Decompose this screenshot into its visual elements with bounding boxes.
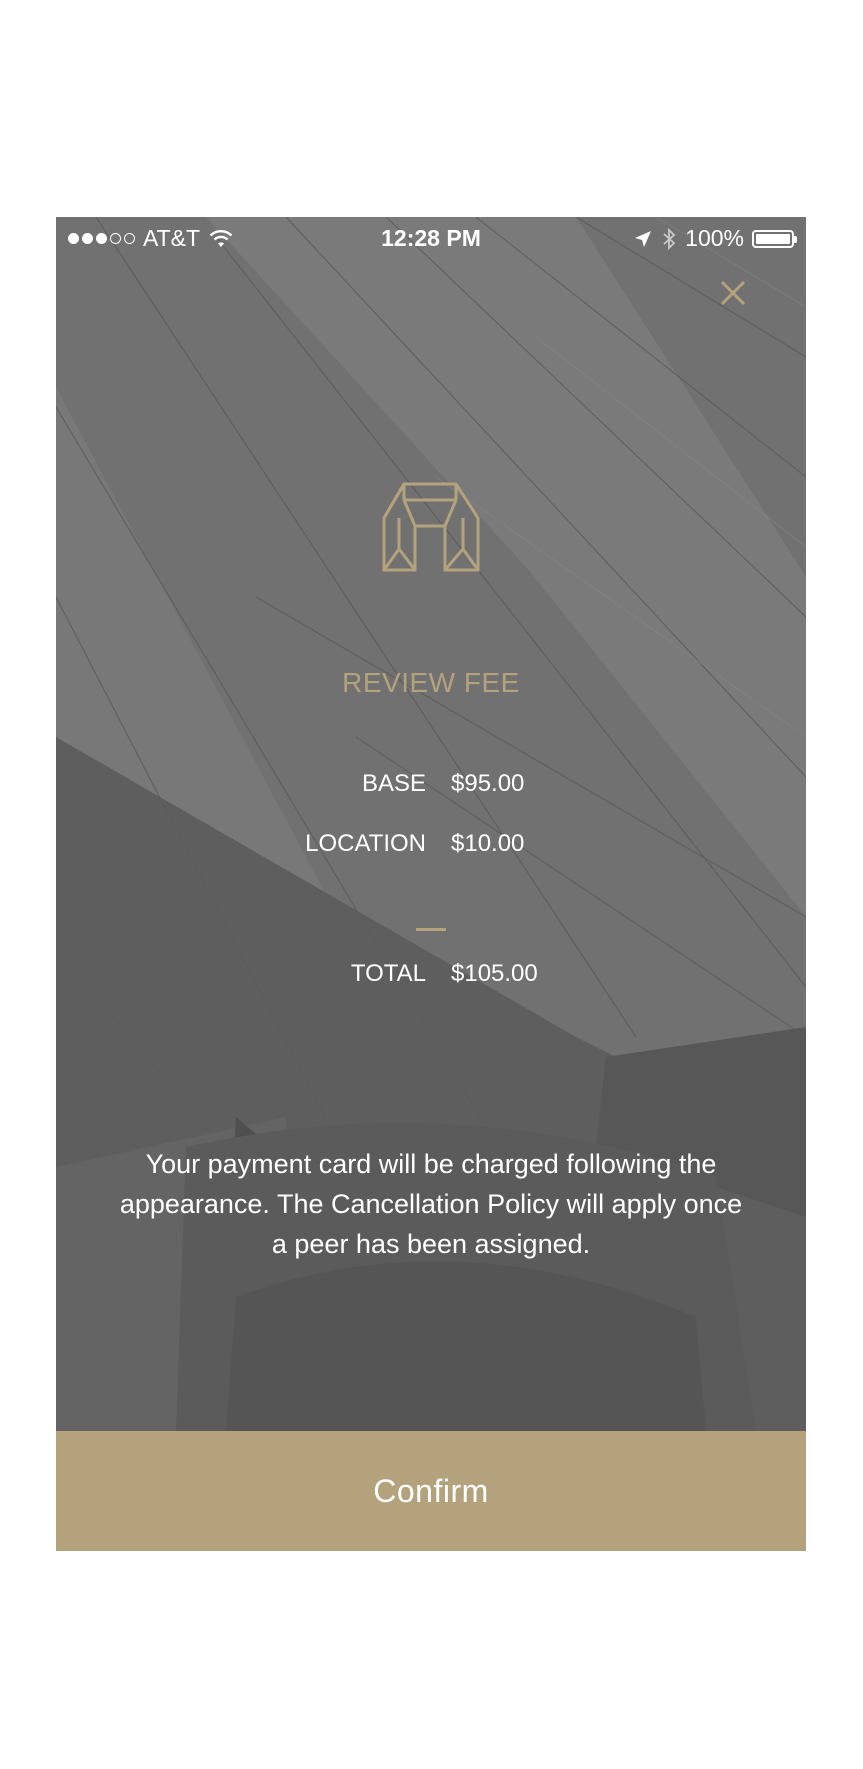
status-bar: AT&T 12:28 PM 100%: [56, 217, 806, 257]
total-label: TOTAL: [350, 960, 426, 987]
battery-percent: 100%: [685, 225, 744, 251]
fee-label: LOCATION: [305, 830, 426, 857]
payment-notice: Your payment card will be charged follow…: [119, 1149, 743, 1259]
total-value: $105.00: [451, 960, 538, 987]
review-fee-title: REVIEW FEE: [342, 667, 520, 698]
close-icon[interactable]: [712, 272, 752, 312]
location-arrow-icon: [635, 230, 652, 247]
confirm-label: Confirm: [373, 1472, 489, 1509]
battery-icon: [752, 229, 797, 248]
review-fee-screen: AT&T 12:28 PM 100% REVIEW FEE BASE $95.0…: [56, 217, 806, 1551]
fee-value: $10.00: [451, 830, 525, 857]
fee-value: $95.00: [451, 770, 525, 797]
status-right: 100%: [633, 225, 797, 252]
fee-divider: [416, 928, 446, 931]
arch-logo-icon: [382, 482, 480, 572]
fee-row-location: LOCATION $10.00: [56, 830, 806, 862]
confirm-button[interactable]: Confirm: [56, 1431, 806, 1551]
fee-label: BASE: [361, 770, 426, 797]
fee-row-total: TOTAL $105.00: [56, 960, 806, 992]
fee-row-base: BASE $95.00: [56, 770, 806, 802]
bluetooth-icon: [663, 227, 676, 250]
